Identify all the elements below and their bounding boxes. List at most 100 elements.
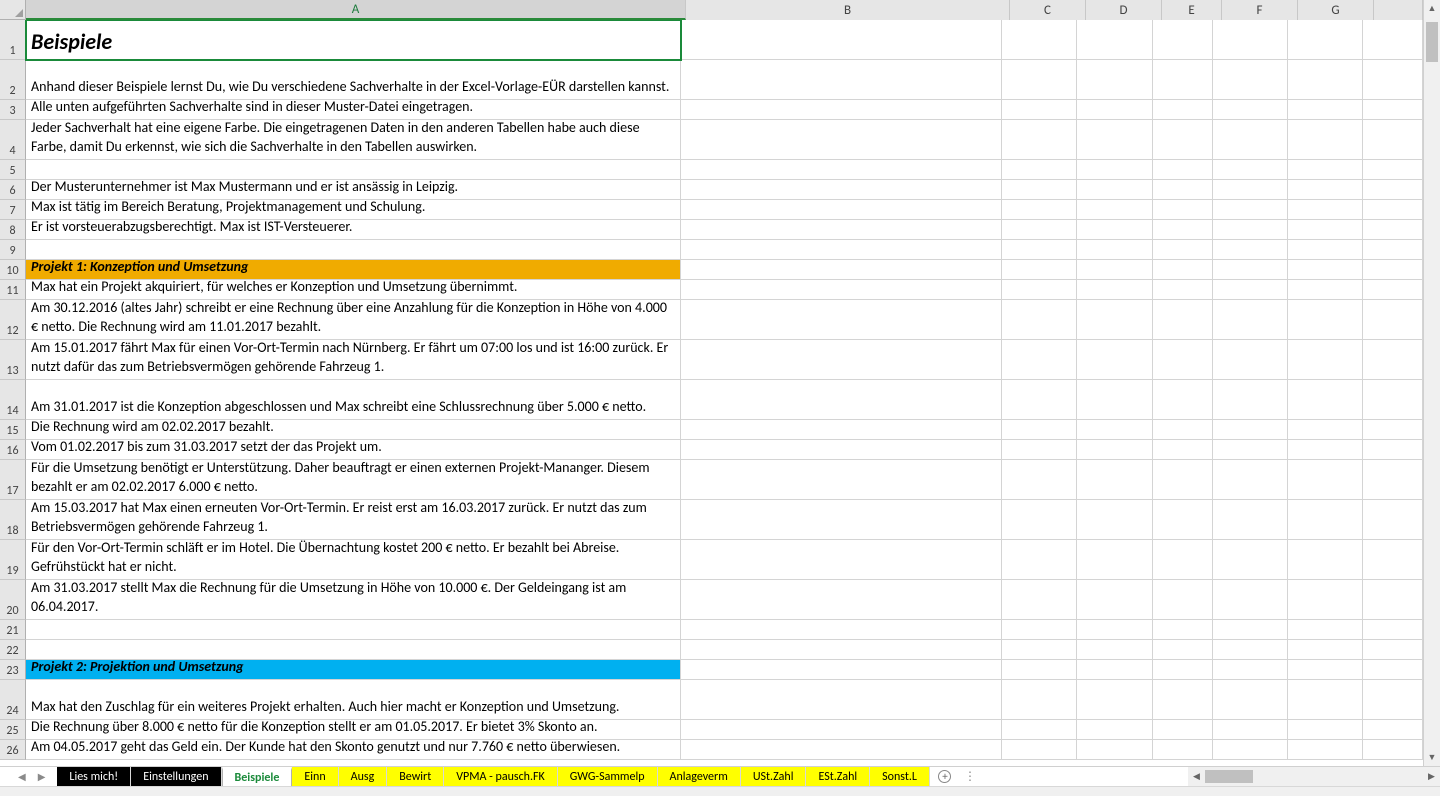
cell-C9[interactable] [1002, 240, 1077, 260]
cell-A5[interactable] [26, 160, 681, 180]
cell-F7[interactable] [1213, 200, 1288, 220]
cell-E3[interactable] [1153, 100, 1213, 120]
cell-G17[interactable] [1288, 460, 1363, 500]
cell-B2[interactable] [681, 60, 1002, 100]
scroll-down-icon[interactable]: ▼ [1424, 749, 1440, 766]
cell-F6[interactable] [1213, 180, 1288, 200]
cell-C2[interactable] [1002, 60, 1077, 100]
cell-F18[interactable] [1213, 500, 1288, 540]
row-header-10[interactable]: 10 [0, 260, 26, 280]
cell-C19[interactable] [1002, 540, 1077, 580]
row-header-2[interactable]: 2 [0, 60, 26, 100]
cell-E19[interactable] [1153, 540, 1213, 580]
cell-C16[interactable] [1002, 440, 1077, 460]
cell-C23[interactable] [1002, 660, 1077, 680]
row-header-4[interactable]: 4 [0, 120, 26, 160]
cell-A9[interactable] [26, 240, 681, 260]
cell-H7[interactable] [1363, 200, 1423, 220]
cell-E22[interactable] [1153, 640, 1213, 660]
cell-C17[interactable] [1002, 460, 1077, 500]
cell-A7[interactable]: Max ist tätig im Bereich Beratung, Proje… [26, 200, 681, 220]
row-header-17[interactable]: 17 [0, 460, 26, 500]
sheet-tab-lies-mich-[interactable]: Lies mich! [57, 767, 131, 786]
cell-E18[interactable] [1153, 500, 1213, 540]
vertical-scroll-thumb[interactable] [1426, 22, 1438, 62]
cell-B6[interactable] [681, 180, 1002, 200]
cell-E4[interactable] [1153, 120, 1213, 160]
cell-F8[interactable] [1213, 220, 1288, 240]
cell-G10[interactable] [1288, 260, 1363, 280]
cell-G5[interactable] [1288, 160, 1363, 180]
cell-G15[interactable] [1288, 420, 1363, 440]
cell-E21[interactable] [1153, 620, 1213, 640]
cell-F3[interactable] [1213, 100, 1288, 120]
cell-H26[interactable] [1363, 740, 1423, 760]
cell-D22[interactable] [1077, 640, 1152, 660]
cell-D17[interactable] [1077, 460, 1152, 500]
cell-F9[interactable] [1213, 240, 1288, 260]
cell-C18[interactable] [1002, 500, 1077, 540]
cell-H24[interactable] [1363, 680, 1423, 720]
cell-H12[interactable] [1363, 300, 1423, 340]
scroll-up-icon[interactable]: ▲ [1424, 0, 1440, 17]
row-header-23[interactable]: 23 [0, 660, 26, 680]
cell-E25[interactable] [1153, 720, 1213, 740]
spreadsheet-grid[interactable]: 1Beispiele2Anhand dieser Beispiele lerns… [0, 20, 1423, 766]
cell-C25[interactable] [1002, 720, 1077, 740]
cell-C12[interactable] [1002, 300, 1077, 340]
cell-A4[interactable]: Jeder Sachverhalt hat eine eigene Farbe.… [26, 120, 681, 160]
cell-F19[interactable] [1213, 540, 1288, 580]
row-header-7[interactable]: 7 [0, 200, 26, 220]
sheet-tab-est-zahl[interactable]: ESt.Zahl [806, 767, 870, 786]
cell-D19[interactable] [1077, 540, 1152, 580]
cell-B11[interactable] [681, 280, 1002, 300]
row-header-14[interactable]: 14 [0, 380, 26, 420]
column-header-E[interactable]: E [1162, 0, 1222, 20]
cell-G2[interactable] [1288, 60, 1363, 100]
cell-F11[interactable] [1213, 280, 1288, 300]
cell-F4[interactable] [1213, 120, 1288, 160]
cell-A21[interactable] [26, 620, 681, 640]
cell-E14[interactable] [1153, 380, 1213, 420]
cell-D15[interactable] [1077, 420, 1152, 440]
cell-C6[interactable] [1002, 180, 1077, 200]
cell-F15[interactable] [1213, 420, 1288, 440]
cell-D14[interactable] [1077, 380, 1152, 420]
cell-G22[interactable] [1288, 640, 1363, 660]
cell-D10[interactable] [1077, 260, 1152, 280]
cell-D25[interactable] [1077, 720, 1152, 740]
add-sheet-button[interactable]: + [930, 767, 960, 786]
cell-H9[interactable] [1363, 240, 1423, 260]
cell-B26[interactable] [681, 740, 1002, 760]
cell-F22[interactable] [1213, 640, 1288, 660]
cell-D8[interactable] [1077, 220, 1152, 240]
cell-A17[interactable]: Für die Umsetzung benötigt er Unterstütz… [26, 460, 681, 500]
cell-G20[interactable] [1288, 580, 1363, 620]
cell-A13[interactable]: Am 15.01.2017 fährt Max für einen Vor-Or… [26, 340, 681, 380]
sheet-tab-vpma-pausch-fk[interactable]: VPMA - pausch.FK [444, 767, 558, 786]
cell-D5[interactable] [1077, 160, 1152, 180]
cell-A18[interactable]: Am 15.03.2017 hat Max einen erneuten Vor… [26, 500, 681, 540]
cell-F25[interactable] [1213, 720, 1288, 740]
cell-H18[interactable] [1363, 500, 1423, 540]
column-header-B[interactable]: B [686, 0, 1010, 20]
cell-D7[interactable] [1077, 200, 1152, 220]
cell-G6[interactable] [1288, 180, 1363, 200]
column-header-extra[interactable] [1374, 0, 1423, 20]
row-header-21[interactable]: 21 [0, 620, 26, 640]
cell-C11[interactable] [1002, 280, 1077, 300]
cell-H11[interactable] [1363, 280, 1423, 300]
cell-F17[interactable] [1213, 460, 1288, 500]
cell-A6[interactable]: Der Musterunternehmer ist Max Mustermann… [26, 180, 681, 200]
cell-C5[interactable] [1002, 160, 1077, 180]
cell-H10[interactable] [1363, 260, 1423, 280]
cell-D26[interactable] [1077, 740, 1152, 760]
cell-G3[interactable] [1288, 100, 1363, 120]
cell-A1[interactable]: Beispiele [26, 20, 681, 60]
cell-E13[interactable] [1153, 340, 1213, 380]
cell-G9[interactable] [1288, 240, 1363, 260]
cell-G7[interactable] [1288, 200, 1363, 220]
cell-D4[interactable] [1077, 120, 1152, 160]
row-header-3[interactable]: 3 [0, 100, 26, 120]
cell-A11[interactable]: Max hat ein Projekt akquiriert, für welc… [26, 280, 681, 300]
